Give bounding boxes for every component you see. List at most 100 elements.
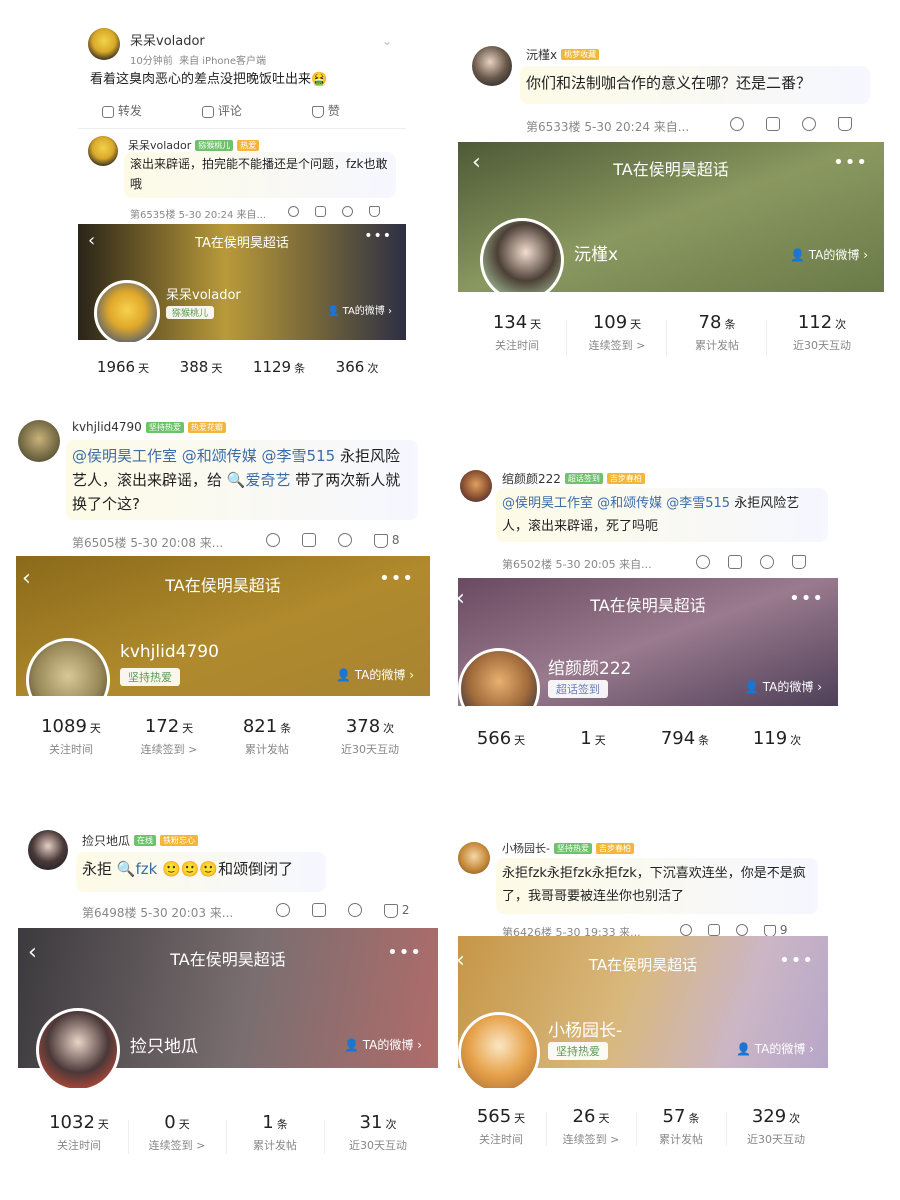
- profile-tag: 坚持热爱: [548, 1042, 608, 1060]
- avatar[interactable]: [18, 420, 60, 462]
- divider: [226, 1120, 227, 1154]
- topic-link[interactable]: 🔍fzk: [117, 860, 158, 878]
- post-actions: 转发 评论 赞: [102, 102, 340, 119]
- stat-checkin-days[interactable]: 172 天连续签到 >: [124, 716, 214, 757]
- divider: [546, 1112, 547, 1146]
- profile-avatar[interactable]: [36, 1008, 120, 1092]
- like-icon[interactable]: [369, 206, 380, 217]
- more-icon[interactable]: •••: [789, 588, 824, 609]
- reply-icon[interactable]: [736, 924, 748, 936]
- avatar[interactable]: [88, 28, 120, 60]
- comment-actions: [730, 117, 852, 131]
- username[interactable]: 沅槿x 桃梦收藏: [526, 46, 600, 63]
- fan-badge: 超话签到: [564, 473, 603, 484]
- online-badge: 在线: [134, 835, 157, 846]
- emoji-icon[interactable]: [680, 924, 692, 936]
- divider: [128, 1120, 129, 1154]
- reply-icon[interactable]: [342, 206, 353, 217]
- stat-posts: 821 条累计发帖: [242, 716, 292, 756]
- comment-actions: [288, 206, 380, 217]
- stat-checkin-days[interactable]: 26 天连续签到 >: [548, 1106, 634, 1147]
- weibo-link[interactable]: 👤 TA的微博 ›: [744, 678, 822, 695]
- stats-row: 1089 天关注时间 172 天连续签到 > 821 条累计发帖 378 次近30天互动: [16, 696, 430, 782]
- card-title: TA在侯明昊超话: [613, 160, 729, 179]
- stats-row: 566 天 1天 794 条 119 次: [458, 706, 838, 782]
- weibo-link[interactable]: 👤 TA的微博 ›: [344, 1036, 422, 1053]
- more-icon[interactable]: •••: [364, 228, 392, 244]
- profile-name: 捡只地瓜: [130, 1037, 198, 1057]
- stat-interactions: 329 次近30天互动: [747, 1106, 805, 1146]
- stat-checkin-days[interactable]: 0 天连续签到 >: [132, 1112, 222, 1153]
- repost-button[interactable]: 转发: [102, 102, 202, 119]
- share-icon[interactable]: [708, 924, 720, 936]
- stat-follow-days: 134 天关注时间: [492, 312, 542, 352]
- card-title: TA在侯明昊超话: [170, 950, 286, 969]
- stats-row: 1032 天关注时间 0 天连续签到 > 1 条累计发帖 31 次近30天互动: [18, 1088, 438, 1174]
- reply-icon[interactable]: [348, 903, 362, 918]
- like-button[interactable]: 2: [384, 903, 409, 918]
- share-icon[interactable]: [766, 117, 780, 131]
- like-icon[interactable]: [838, 117, 852, 131]
- avatar[interactable]: [472, 46, 512, 86]
- like-button[interactable]: 赞: [312, 102, 340, 119]
- username[interactable]: 小杨园长- 坚持热爱 吉步春柏: [502, 840, 634, 856]
- super-topic-card: ‹ TA在侯明昊超话 ••• 捡只地瓜 👤 TA的微博 › 1032 天关注时间 …: [18, 928, 438, 1174]
- profile-tag: 猕猴桃儿: [166, 306, 215, 319]
- emoji-icon[interactable]: [266, 533, 280, 548]
- avatar[interactable]: [88, 136, 118, 166]
- emoji-icon[interactable]: [696, 555, 710, 569]
- divider: [726, 1112, 727, 1146]
- username[interactable]: 捡只地瓜 在线 铁粉忘心: [82, 832, 199, 849]
- mention-text[interactable]: @侯明昊工作室 @和颂传媒 @李雪515: [72, 447, 335, 465]
- stat-posts: 1 条累计发帖: [253, 1112, 297, 1152]
- more-icon[interactable]: •••: [779, 950, 814, 971]
- weibo-link[interactable]: 👤 TA的微博 ›: [327, 302, 392, 317]
- avatar[interactable]: [458, 842, 490, 874]
- username[interactable]: kvhjlid4790 坚持热爱 热爱花瓣: [72, 420, 226, 434]
- mention-text[interactable]: @侯明昊工作室 @和颂传媒 @李雪515: [502, 496, 730, 511]
- comment-button[interactable]: 评论: [202, 102, 312, 119]
- more-icon[interactable]: •••: [379, 568, 414, 589]
- more-icon[interactable]: •••: [387, 942, 422, 963]
- avatar[interactable]: [28, 830, 68, 870]
- avatar[interactable]: [460, 470, 492, 502]
- reply-icon[interactable]: [338, 533, 352, 548]
- like-button[interactable]: 9: [764, 923, 787, 937]
- chevron-down-icon[interactable]: ⌄: [382, 34, 392, 48]
- weibo-link[interactable]: 👤 TA的微博 ›: [736, 1040, 814, 1057]
- username[interactable]: 绾颜颜222 超话签到 吉步春柏: [502, 470, 645, 487]
- topic-link[interactable]: 🔍爱奇艺: [227, 471, 291, 489]
- like-button[interactable]: 8: [374, 533, 399, 548]
- comment-text: @侯明昊工作室 @和颂传媒 @李雪515 永拒风险艺人，滚出来辟谣，死了吗呃: [502, 496, 800, 534]
- profile-avatar[interactable]: [94, 280, 160, 346]
- profile-avatar[interactable]: [480, 218, 564, 302]
- like-icon: [384, 903, 398, 918]
- comment-actions: 9: [680, 923, 787, 937]
- comment-meta: 第6533楼 5-30 20:24 来自...: [526, 120, 690, 134]
- emoji-icon[interactable]: [730, 117, 744, 131]
- screenshot-panel-2: 沅槿x 桃梦收藏 你们和法制咖合作的意义在哪？还是二番？ 第6533楼 5-30 …: [458, 36, 884, 386]
- share-icon[interactable]: [302, 533, 316, 548]
- username[interactable]: 呆呆volador: [130, 30, 205, 49]
- divider: [324, 1120, 325, 1154]
- more-icon[interactable]: •••: [833, 152, 868, 173]
- share-icon[interactable]: [315, 206, 326, 217]
- profile-avatar[interactable]: [458, 1012, 540, 1094]
- username[interactable]: 呆呆volador 猕猴桃儿 热爱: [128, 137, 260, 153]
- card-title: TA在侯明昊超话: [588, 956, 698, 974]
- like-icon[interactable]: [792, 555, 806, 569]
- reply-icon[interactable]: [802, 117, 816, 131]
- screenshot-panel-5: 捡只地瓜 在线 铁粉忘心 永拒 🔍fzk 🙂🙂🙂和颂倒闭了 第6498楼 5-30 …: [18, 828, 438, 1174]
- stat-checkin-days[interactable]: 109 天连续签到 >: [572, 312, 662, 353]
- reply-icon[interactable]: [760, 555, 774, 569]
- stat-posts: 57 条累计发帖: [659, 1106, 703, 1146]
- weibo-link[interactable]: 👤 TA的微博 ›: [336, 666, 414, 683]
- like-icon: [312, 105, 324, 118]
- weibo-link[interactable]: 👤 TA的微博 ›: [790, 246, 868, 263]
- emoji-icon[interactable]: [276, 903, 290, 918]
- emoji-icon[interactable]: [288, 206, 299, 217]
- stat-follow-days: 565 天关注时间: [476, 1106, 526, 1146]
- share-icon[interactable]: [312, 903, 326, 918]
- stat-follow-days: 1089 天关注时间: [41, 716, 101, 756]
- share-icon[interactable]: [728, 555, 742, 569]
